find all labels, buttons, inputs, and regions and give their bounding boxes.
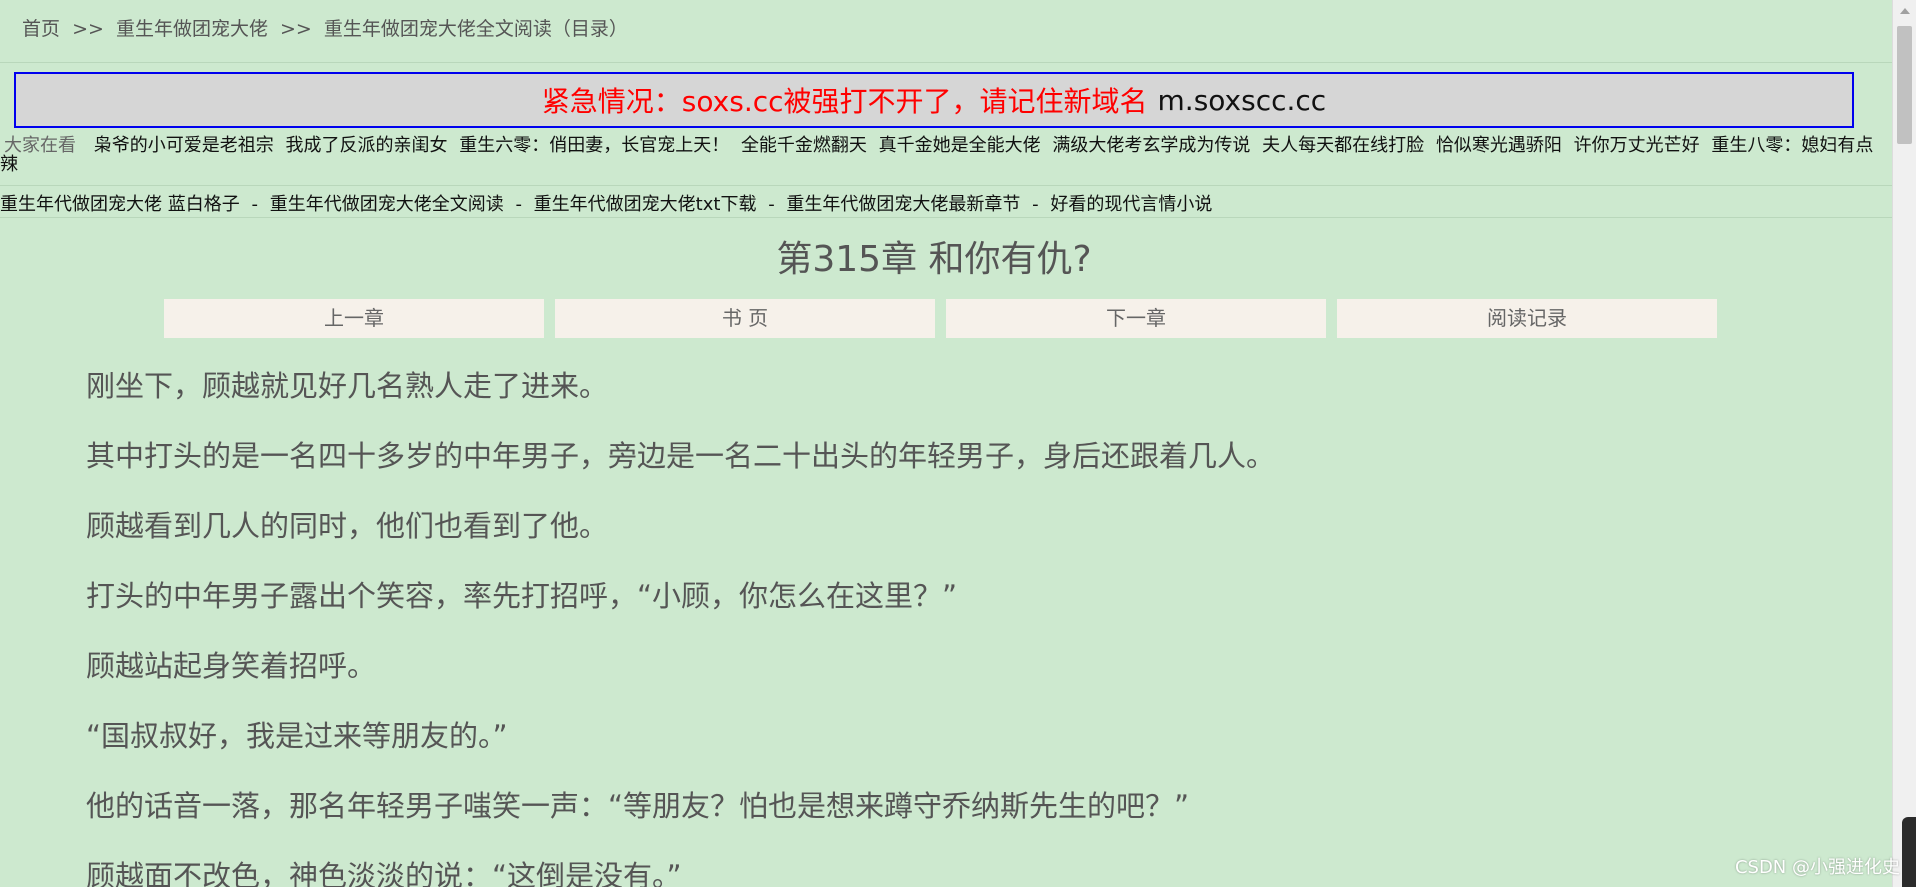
next-chapter-button[interactable]: 下一章 (946, 299, 1326, 338)
scroll-up-arrow-icon[interactable] (1900, 8, 1910, 14)
breadcrumb-separator: >> (72, 18, 104, 40)
content-paragraph: 顾越看到几人的同时，他们也看到了他。 (86, 509, 609, 543)
watermark: CSDN @小强进化史 (1734, 857, 1900, 878)
book-info-links: 重生年代做团宠大佬 蓝白格子 - 重生年代做团宠大佬全文阅读 - 重生年代做团宠… (0, 190, 1212, 216)
link-separator: - (768, 194, 775, 215)
txt-download-link[interactable]: 重生年代做团宠大佬txt下载 (534, 194, 757, 215)
content-paragraph: 顾越站起身笑着招呼。 (86, 649, 377, 683)
breadcrumb-separator: >> (280, 18, 312, 40)
chapter-nav: 上一章 书 页 下一章 阅读记录 (164, 299, 1717, 338)
content-paragraph: 刚坐下，顾越就见好几名熟人走了进来。 (86, 369, 609, 403)
trending-book-link[interactable]: 满级大佬考玄学成为传说 (1052, 135, 1250, 156)
divider (0, 185, 1892, 186)
chapter-content: 刚坐下，顾越就见好几名熟人走了进来。 其中打头的是一名四十多岁的中年男子，旁边是… (86, 368, 1786, 887)
notice-text: 紧急情况：soxs.cc被强打不开了，请记住新域名 (541, 85, 1148, 118)
trending-label: 大家在看 (4, 135, 76, 156)
category-link[interactable]: 好看的现代言情小说 (1050, 194, 1212, 215)
content-paragraph: 其中打头的是一名四十多岁的中年男子，旁边是一名二十出头的年轻男子，身后还跟着几人… (86, 439, 1276, 473)
breadcrumb-book-link[interactable]: 重生年做团宠大佬 (116, 18, 268, 40)
trending-book-link[interactable]: 许你万丈光芒好 (1574, 135, 1700, 156)
content-paragraph: 他的话音一落，那名年轻男子嗤笑一声：“等朋友？怕也是想来蹲守乔纳斯先生的吧？” (86, 789, 1190, 823)
reading-history-button[interactable]: 阅读记录 (1337, 299, 1717, 338)
divider (0, 62, 1892, 63)
trending-book-link[interactable]: 我成了反派的亲闺女 (285, 135, 447, 156)
domain-notice-banner: 紧急情况：soxs.cc被强打不开了，请记住新域名 m.soxscc.cc (14, 72, 1854, 128)
content-paragraph: “国叔叔好，我是过来等朋友的。” (86, 719, 508, 753)
content-paragraph: 顾越面不改色，神色淡淡的说：“这倒是没有。” (86, 859, 682, 887)
trending-book-link[interactable]: 恰似寒光遇骄阳 (1436, 135, 1562, 156)
divider (0, 217, 1892, 218)
link-separator: - (1032, 194, 1039, 215)
trending-book-link[interactable]: 全能千金燃翻天 (741, 135, 867, 156)
vertical-scrollbar[interactable] (1892, 0, 1916, 887)
floating-widget-tab[interactable] (1902, 817, 1916, 887)
link-separator: - (515, 194, 522, 215)
trending-books: 大家在看 枭爷的小可爱是老祖宗 我成了反派的亲闺女 重生六零：俏田妻，长官宠上天… (0, 136, 1880, 174)
trending-book-link[interactable]: 枭爷的小可爱是老祖宗 (94, 135, 274, 156)
prev-chapter-button[interactable]: 上一章 (164, 299, 544, 338)
latest-chapter-link[interactable]: 重生年代做团宠大佬最新章节 (786, 194, 1020, 215)
content-paragraph: 打头的中年男子露出个笑容，率先打招呼，“小顾，你怎么在这里？” (86, 579, 958, 613)
trending-book-link[interactable]: 真千金她是全能大佬 (879, 135, 1041, 156)
scrollbar-thumb[interactable] (1897, 26, 1912, 144)
full-text-link[interactable]: 重生年代做团宠大佬全文阅读 (270, 194, 504, 215)
trending-book-link[interactable]: 重生六零：俏田妻，长官宠上天！ (459, 135, 729, 156)
breadcrumb-home-link[interactable]: 首页 (22, 18, 60, 40)
book-author-link[interactable]: 重生年代做团宠大佬 蓝白格子 (0, 194, 240, 215)
trending-book-link[interactable]: 夫人每天都在线打脸 (1262, 135, 1424, 156)
breadcrumb-current-link[interactable]: 重生年做团宠大佬全文阅读（目录） (324, 18, 628, 40)
book-index-button[interactable]: 书 页 (555, 299, 935, 338)
reader-page: 首页 >> 重生年做团宠大佬 >> 重生年做团宠大佬全文阅读（目录） 紧急情况：… (0, 0, 1892, 887)
chapter-title: 第315章 和你有仇? (776, 239, 1092, 280)
breadcrumb: 首页 >> 重生年做团宠大佬 >> 重生年做团宠大佬全文阅读（目录） (22, 14, 628, 41)
notice-domain: m.soxscc.cc (1157, 83, 1327, 117)
link-separator: - (251, 194, 258, 215)
